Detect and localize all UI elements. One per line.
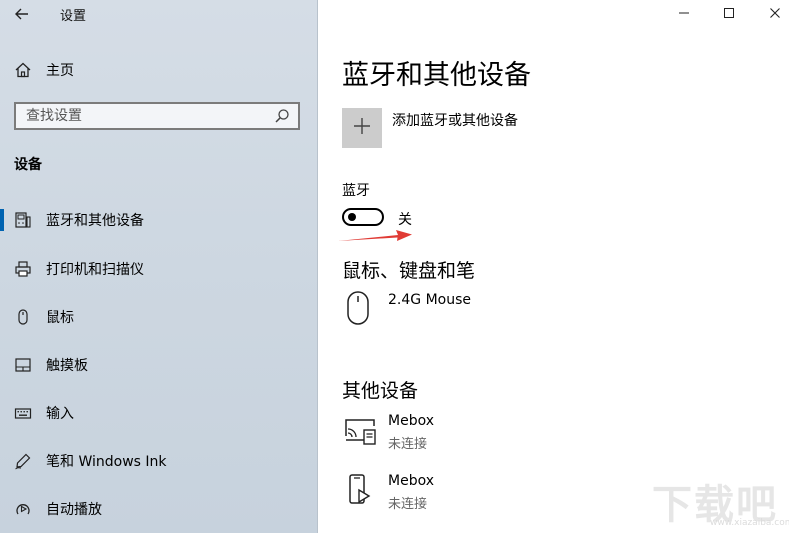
close-icon[interactable] xyxy=(764,4,786,22)
section-title-mouse-keyboard-pen: 鼠标、键盘和笔 xyxy=(342,260,476,282)
maximize-icon[interactable] xyxy=(718,4,740,22)
printer-icon xyxy=(14,260,32,278)
search-box[interactable] xyxy=(14,102,300,130)
touchpad-icon xyxy=(14,356,32,374)
sidebar-item-label: 笔和 Windows Ink xyxy=(46,454,167,470)
sidebar-item-typing[interactable]: 输入 xyxy=(0,393,316,433)
home-icon xyxy=(14,61,32,79)
red-arrow-annotation xyxy=(336,226,416,246)
add-device-button[interactable] xyxy=(342,108,382,148)
cast-display-icon xyxy=(342,414,378,450)
bluetooth-toggle[interactable] xyxy=(342,208,384,226)
device-name-mebox-1[interactable]: Mebox xyxy=(388,413,434,429)
device-status-mebox-1: 未连接 xyxy=(388,437,428,452)
sidebar-item-label: 鼠标 xyxy=(46,310,74,326)
sidebar-item-pen[interactable]: 笔和 Windows Ink xyxy=(0,441,316,481)
sidebar-item-autoplay[interactable]: 自动播放 xyxy=(0,489,316,529)
sidebar-item-label: 打印机和扫描仪 xyxy=(46,262,144,278)
back-arrow-icon[interactable] xyxy=(12,4,32,24)
pen-icon xyxy=(14,452,32,470)
sidebar-item-mouse[interactable]: 鼠标 xyxy=(0,297,316,337)
device-status-mebox-2: 未连接 xyxy=(388,497,428,512)
sidebar-item-bluetooth[interactable]: 蓝牙和其他设备 xyxy=(0,200,316,240)
plus-icon xyxy=(352,116,372,140)
mouse-icon xyxy=(14,308,32,326)
sidebar-item-label: 自动播放 xyxy=(46,502,102,518)
sidebar-item-label: 蓝牙和其他设备 xyxy=(46,213,144,229)
mouse-icon xyxy=(342,290,378,326)
media-device-icon xyxy=(342,472,378,508)
minimize-icon[interactable] xyxy=(673,4,695,22)
search-input[interactable] xyxy=(16,104,274,128)
sidebar-item-touchpad[interactable]: 触摸板 xyxy=(0,345,316,385)
sidebar-item-label: 输入 xyxy=(46,406,74,422)
main-content: 蓝牙和其他设备 添加蓝牙或其他设备 蓝牙 关 鼠标、键盘和笔 2.4G Mous… xyxy=(318,0,789,533)
app-title: 设置 xyxy=(60,9,87,24)
watermark-logo: 下载吧 www.xiazaiba.com xyxy=(652,472,789,530)
sidebar-item-printers[interactable]: 打印机和扫描仪 xyxy=(0,249,316,289)
toggle-knob xyxy=(348,213,356,221)
bluetooth-devices-icon xyxy=(14,211,32,229)
home-link[interactable]: 主页 xyxy=(14,58,304,82)
add-device-label[interactable]: 添加蓝牙或其他设备 xyxy=(392,110,518,130)
device-name-mebox-2[interactable]: Mebox xyxy=(388,473,434,489)
bluetooth-label: 蓝牙 xyxy=(342,183,370,199)
sidebar: 设置 主页 设备 蓝牙和其他设备 打印机和扫描仪 鼠标 xyxy=(0,0,318,533)
keyboard-icon xyxy=(14,404,32,422)
search-icon[interactable] xyxy=(274,108,290,124)
autoplay-icon xyxy=(14,500,32,518)
section-label-devices: 设备 xyxy=(14,157,42,173)
watermark-url: www.xiazaiba.com xyxy=(710,518,789,528)
sidebar-item-label: 触摸板 xyxy=(46,358,88,374)
section-title-other-devices: 其他设备 xyxy=(342,380,419,402)
device-name-mouse[interactable]: 2.4G Mouse xyxy=(388,292,471,308)
page-title: 蓝牙和其他设备 xyxy=(342,60,531,91)
home-label: 主页 xyxy=(46,63,74,79)
